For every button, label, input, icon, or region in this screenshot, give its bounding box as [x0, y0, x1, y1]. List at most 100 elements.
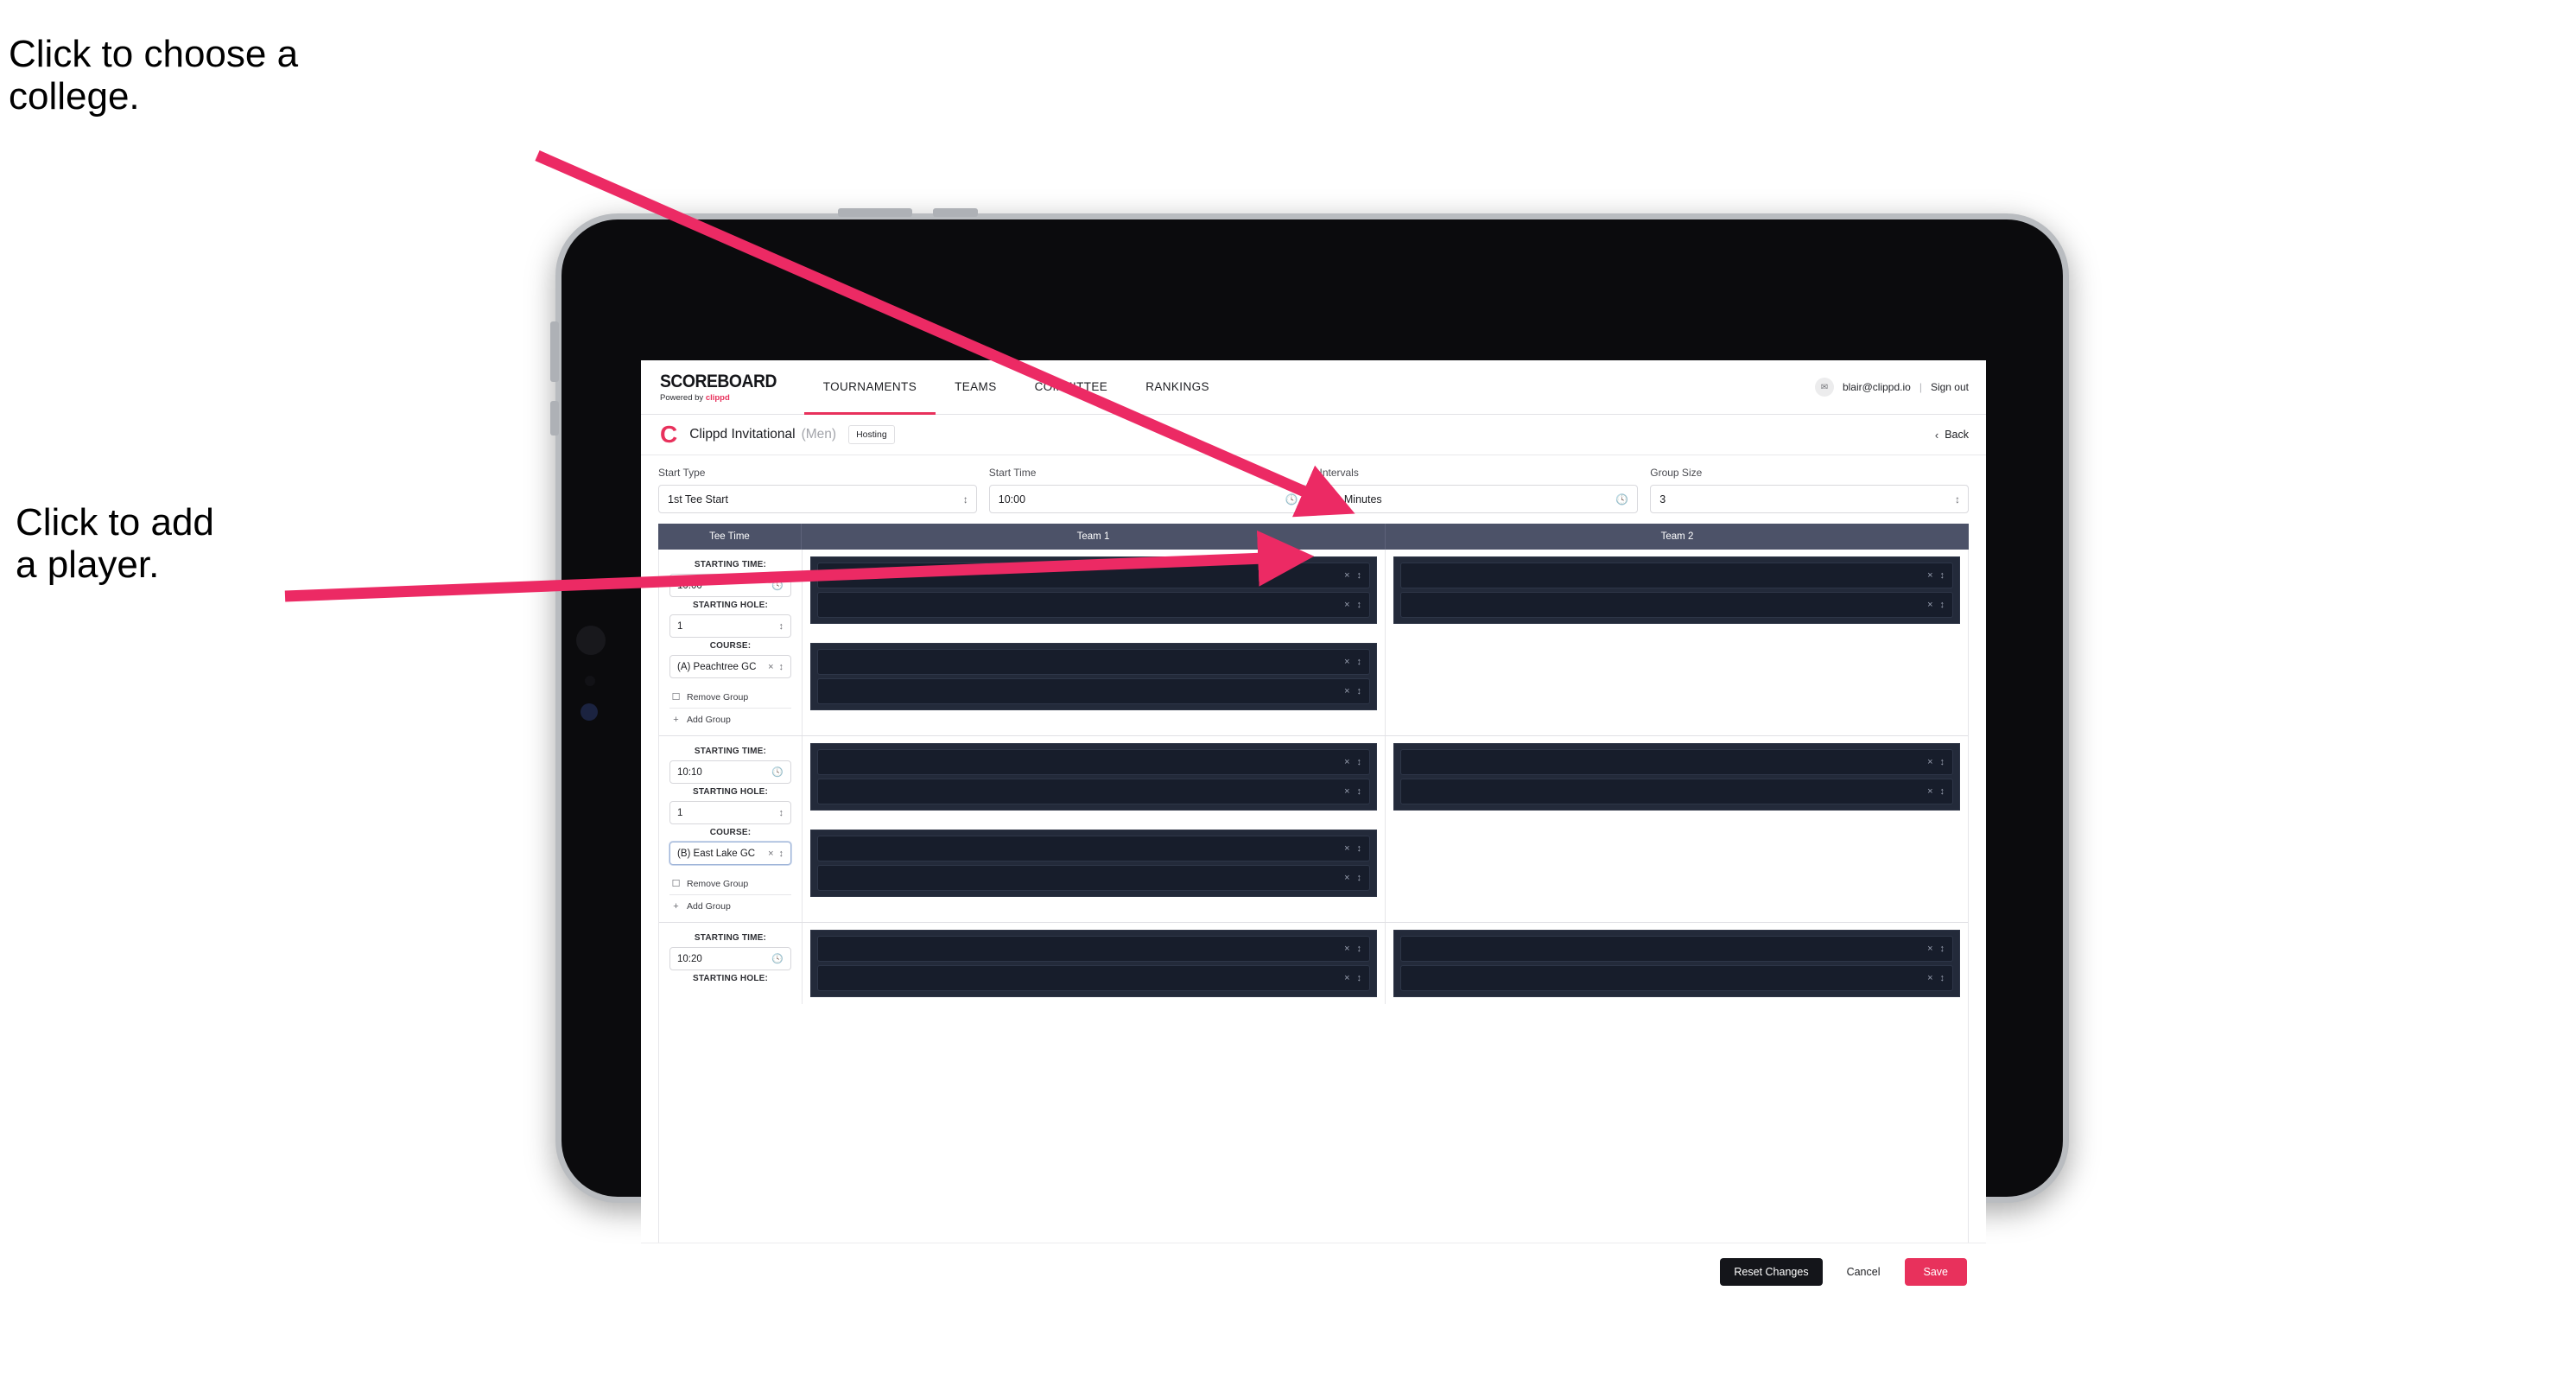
- updown-icon: ↕: [1939, 973, 1945, 983]
- clear-icon[interactable]: ×: [1344, 973, 1349, 983]
- page-title: Clippd Invitational: [689, 427, 796, 442]
- group-size-select[interactable]: 3 ↕: [1650, 485, 1969, 513]
- starting-time-input[interactable]: 10:00 🕓: [669, 574, 791, 597]
- label-starting-hole: STARTING HOLE:: [692, 787, 769, 797]
- add-group-button[interactable]: + Add Group: [669, 895, 791, 917]
- label-start-time: Start Time: [988, 467, 1037, 479]
- player-select[interactable]: × ↕: [817, 936, 1370, 962]
- form-action-bar: Reset Changes Cancel Save: [641, 1243, 1986, 1300]
- column-header-tee-time: Tee Time: [658, 524, 802, 550]
- updown-icon: ↕: [1939, 944, 1945, 954]
- tab-teams[interactable]: TEAMS: [936, 361, 1016, 415]
- user-email: blair@clippd.io: [1842, 381, 1911, 393]
- updown-icon: ↕: [778, 848, 784, 859]
- player-select[interactable]: × ↕: [1400, 592, 1953, 618]
- clear-icon[interactable]: ×: [1344, 843, 1349, 854]
- back-button[interactable]: ‹ Back: [1935, 429, 1969, 442]
- nav-user-area: ✉ blair@clippd.io | Sign out: [1814, 360, 1986, 414]
- team-2-cell: × ↕ × ↕: [1386, 550, 1968, 735]
- tournament-header-bar: C Clippd Invitational (Men) Hosting ‹ Ba…: [641, 415, 1986, 455]
- clear-icon[interactable]: ×: [1344, 786, 1349, 797]
- intervals-input[interactable]: 10 Minutes 🕓: [1319, 485, 1639, 513]
- course-select[interactable]: (A) Peachtree GC × ↕: [669, 655, 791, 678]
- course-select[interactable]: (B) East Lake GC × ↕: [669, 842, 791, 865]
- player-select[interactable]: × ↕: [817, 779, 1370, 804]
- clear-icon[interactable]: ×: [1344, 944, 1349, 954]
- tee-sheet-table-body[interactable]: STARTING TIME: 10:00 🕓 STARTING HOLE: 1 ↕ COUR…: [658, 550, 1969, 1243]
- clear-icon[interactable]: ×: [768, 849, 773, 859]
- clear-icon[interactable]: ×: [1927, 944, 1932, 954]
- clear-icon[interactable]: ×: [1927, 786, 1932, 797]
- device-sensor-icon: [585, 676, 595, 686]
- updown-icon: ↕: [1356, 973, 1362, 983]
- clear-icon[interactable]: ×: [1344, 570, 1349, 581]
- column-header-team-1: Team 1: [802, 524, 1386, 550]
- updown-icon: ↕: [778, 661, 784, 672]
- field-group-size: Group Size 3 ↕: [1650, 467, 1969, 513]
- clear-icon[interactable]: ×: [1344, 686, 1349, 696]
- player-select[interactable]: × ↕: [1400, 749, 1953, 775]
- clear-icon[interactable]: ×: [1927, 570, 1932, 581]
- player-select[interactable]: × ↕: [817, 836, 1370, 861]
- tablet-device-frame: SCOREBOARD Powered by clippd TOURNAMENTS…: [550, 208, 2069, 1300]
- add-group-button-label: Add Group: [687, 901, 731, 912]
- label-starting-time: STARTING TIME:: [694, 933, 767, 943]
- status-badge[interactable]: Hosting: [848, 425, 895, 444]
- start-time-input[interactable]: 10:00 🕓: [988, 485, 1308, 513]
- player-select[interactable]: × ↕: [817, 865, 1370, 891]
- player-select[interactable]: × ↕: [1400, 563, 1953, 588]
- player-select[interactable]: × ↕: [817, 678, 1370, 704]
- starting-hole-input[interactable]: 1 ↕: [669, 614, 791, 638]
- brand-logo[interactable]: SCOREBOARD Powered by clippd: [641, 360, 804, 414]
- clear-icon[interactable]: ×: [1344, 757, 1349, 767]
- label-starting-time: STARTING TIME:: [694, 747, 767, 756]
- player-select[interactable]: × ↕: [1400, 936, 1953, 962]
- team-1-cell: × ↕ × ↕ × ↕ × ↕: [803, 550, 1386, 735]
- player-select[interactable]: × ↕: [817, 592, 1370, 618]
- remove-group-button[interactable]: ☐ Remove Group: [669, 872, 791, 895]
- add-group-button[interactable]: + Add Group: [669, 709, 791, 730]
- clear-icon[interactable]: ×: [1927, 757, 1932, 767]
- tab-tournaments[interactable]: TOURNAMENTS: [803, 361, 936, 415]
- device-volume-button: [838, 208, 912, 217]
- clear-icon[interactable]: ×: [1344, 873, 1349, 883]
- device-power-button: [933, 208, 978, 217]
- cancel-button[interactable]: Cancel: [1838, 1258, 1889, 1286]
- clear-icon[interactable]: ×: [1927, 600, 1932, 610]
- player-select[interactable]: × ↕: [1400, 965, 1953, 991]
- remove-group-button[interactable]: ☐ Remove Group: [669, 685, 791, 709]
- player-group-block: × ↕ × ↕: [810, 743, 1377, 811]
- updown-icon: ↕: [1356, 873, 1362, 883]
- table-row: STARTING TIME: 10:20 🕓 STARTING HOLE: × ↕ × ↕ × ↕…: [659, 923, 1968, 1004]
- updown-icon: ↕: [1356, 757, 1362, 767]
- starting-time-input[interactable]: 10:10 🕓: [669, 760, 791, 784]
- player-select[interactable]: × ↕: [817, 563, 1370, 588]
- label-starting-time: STARTING TIME:: [694, 560, 767, 569]
- avatar[interactable]: ✉: [1814, 378, 1834, 397]
- clear-icon[interactable]: ×: [1344, 657, 1349, 667]
- starting-hole-input[interactable]: 1 ↕: [669, 801, 791, 824]
- player-group-block: × ↕ × ↕: [1393, 556, 1960, 624]
- player-select[interactable]: × ↕: [817, 749, 1370, 775]
- save-button[interactable]: Save: [1904, 1258, 1967, 1286]
- updown-icon: ↕: [1356, 600, 1362, 610]
- tee-time-cell: STARTING TIME: 10:10 🕓 STARTING HOLE: 1 ↕ COUR…: [659, 736, 803, 922]
- sign-out-link[interactable]: Sign out: [1931, 381, 1969, 393]
- remove-group-button-label: Remove Group: [687, 691, 749, 703]
- player-group-block: × ↕ × ↕: [1393, 743, 1960, 811]
- clear-icon[interactable]: ×: [1344, 600, 1349, 610]
- player-select[interactable]: × ↕: [1400, 779, 1953, 804]
- player-select[interactable]: × ↕: [817, 965, 1370, 991]
- tab-committee[interactable]: COMMITTEE: [1016, 361, 1127, 415]
- start-type-select[interactable]: 1st Tee Start ↕: [658, 485, 977, 513]
- device-led-icon: [581, 703, 598, 721]
- start-time-value: 10:00: [998, 493, 1026, 505]
- clear-icon[interactable]: ×: [1927, 973, 1932, 983]
- player-select[interactable]: × ↕: [817, 649, 1370, 675]
- starting-time-input[interactable]: 10:20 🕓: [669, 947, 791, 970]
- player-group-block: × ↕ × ↕: [810, 643, 1377, 710]
- clear-icon[interactable]: ×: [768, 662, 773, 672]
- brand-powered-by: Powered by clippd: [660, 394, 787, 403]
- tab-rankings[interactable]: RANKINGS: [1126, 361, 1228, 415]
- reset-changes-button[interactable]: Reset Changes: [1720, 1258, 1823, 1286]
